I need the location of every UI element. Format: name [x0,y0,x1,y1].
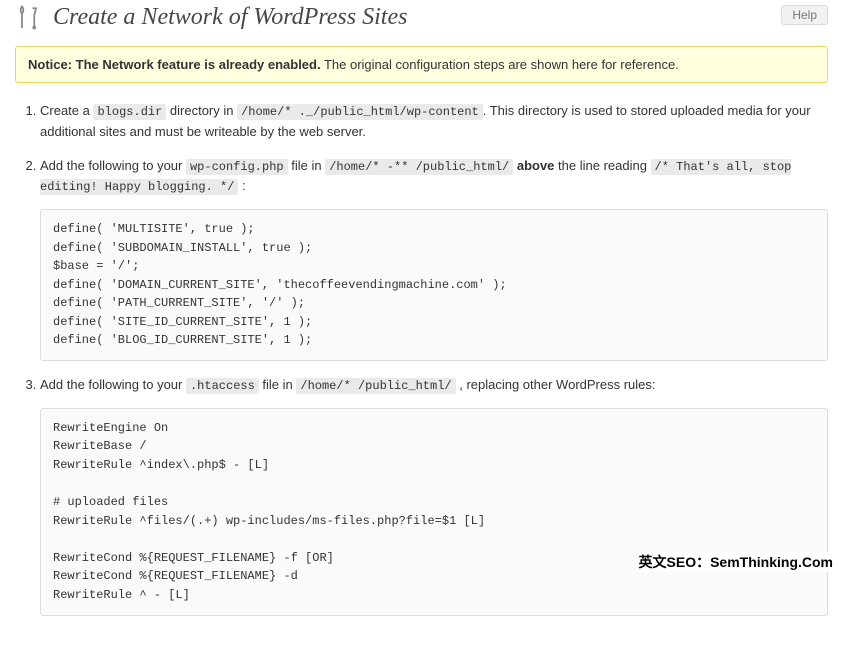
step-1-text-2: directory in [166,103,237,118]
help-button-label: Help [792,8,817,22]
title-wrap: Create a Network of WordPress Sites [15,2,407,32]
tools-icon [15,2,43,32]
steps-list: Create a blogs.dir directory in /home/* … [15,101,828,616]
step-2: Add the following to your wp-config.php … [40,156,828,361]
step-3-text-3: , replacing other WordPress rules: [456,377,656,392]
code-publichtml-path-2: /home/* /public_html/ [296,378,455,394]
step-2-text-4: the line reading [554,158,650,173]
step-2-above: above [517,158,555,173]
notice-box: Notice: The Network feature is already e… [15,46,828,83]
code-wpcontent-path: /home/* ._/public_html/wp-content [237,104,483,120]
notice-strong: Notice: The Network feature is already e… [28,57,321,72]
header-row: Create a Network of WordPress Sites Help [15,0,828,32]
htaccess-code-block: RewriteEngine On RewriteBase / RewriteRu… [40,408,828,616]
page-title: Create a Network of WordPress Sites [53,4,407,31]
code-blogs-dir: blogs.dir [93,104,166,120]
code-htaccess: .htaccess [186,378,259,394]
code-wpconfig: wp-config.php [186,159,288,175]
step-3-text-1: Add the following to your [40,377,186,392]
step-2-text-5: : [238,178,245,193]
step-3-text-2: file in [259,377,297,392]
step-3: Add the following to your .htaccess file… [40,375,828,616]
step-2-text-1: Add the following to your [40,158,186,173]
step-1-text-1: Create a [40,103,93,118]
watermark: 英文SEO：SemThinking.Com [637,552,835,572]
step-1: Create a blogs.dir directory in /home/* … [40,101,828,142]
help-button[interactable]: Help [781,5,828,25]
step-2-text-2: file in [288,158,326,173]
notice-rest: The original configuration steps are sho… [321,57,679,72]
code-publichtml-path: /home/* -** /public_html/ [325,159,513,175]
wpconfig-code-block: define( 'MULTISITE', true ); define( 'SU… [40,209,828,361]
